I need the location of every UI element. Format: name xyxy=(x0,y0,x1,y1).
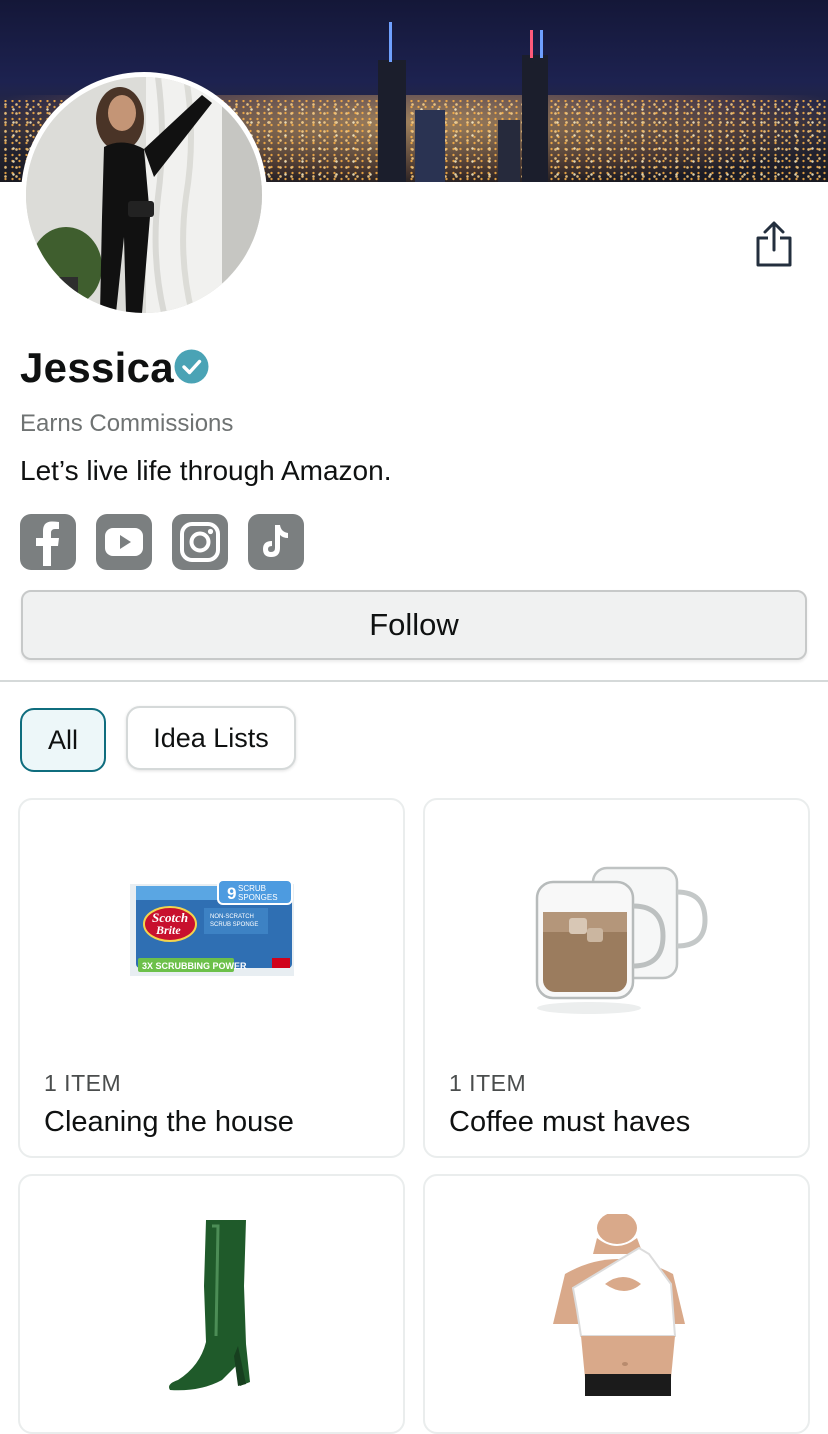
tower-mid xyxy=(415,110,445,182)
svg-text:Brite: Brite xyxy=(155,923,181,937)
card-item-count: 1 ITEM xyxy=(44,1070,122,1096)
avatar[interactable] xyxy=(21,72,267,318)
svg-text:9: 9 xyxy=(227,884,236,903)
product-image-glass-mugs xyxy=(529,862,709,1020)
filter-chip-idea-lists[interactable]: Idea Lists xyxy=(126,706,296,770)
tower-right-spire-2 xyxy=(540,30,543,58)
profile-bio: Let’s live life through Amazon. xyxy=(20,455,392,486)
section-divider xyxy=(0,680,828,682)
tower-left xyxy=(378,60,406,182)
tower-mid-2 xyxy=(498,120,520,182)
idea-list-card[interactable]: 9 SCRUB SPONGES Scotch Brite NON-SCRATCH… xyxy=(18,798,405,1158)
tower-left-spire xyxy=(389,22,392,62)
card-title: Coffee must haves xyxy=(449,1106,691,1138)
product-image-green-boot xyxy=(166,1216,262,1396)
svg-text:NON-SCRATCH: NON-SCRATCH xyxy=(210,914,254,920)
profile-name: Jessica xyxy=(20,344,174,391)
avatar-photo xyxy=(26,77,262,313)
share-icon[interactable] xyxy=(754,220,794,268)
svg-text:SCRUB: SCRUB xyxy=(238,884,266,893)
idea-list-card[interactable] xyxy=(18,1174,405,1434)
filter-chip-all[interactable]: All xyxy=(20,708,106,772)
tower-right-spire xyxy=(530,30,533,58)
youtube-icon[interactable] xyxy=(96,514,152,570)
svg-text:SPONGES: SPONGES xyxy=(238,893,278,902)
card-item-count: 1 ITEM xyxy=(449,1070,527,1096)
svg-text:3X SCRUBBING POWER: 3X SCRUBBING POWER xyxy=(142,961,247,971)
idea-list-card[interactable] xyxy=(423,1174,810,1434)
card-title: Cleaning the house xyxy=(44,1106,294,1138)
tiktok-icon[interactable] xyxy=(248,514,304,570)
facebook-icon[interactable] xyxy=(20,514,76,570)
svg-text:SCRUB SPONGE: SCRUB SPONGE xyxy=(210,922,258,928)
earns-commissions-label: Earns Commissions xyxy=(20,410,234,437)
avatar-figure xyxy=(26,77,262,313)
instagram-icon[interactable] xyxy=(172,514,228,570)
product-image-scrub-sponges: 9 SCRUB SPONGES Scotch Brite NON-SCRATCH… xyxy=(128,878,296,978)
follow-button[interactable]: Follow xyxy=(21,590,807,660)
tower-right xyxy=(522,55,548,182)
verified-icon xyxy=(174,349,209,384)
idea-list-card[interactable]: 1 ITEM Coffee must haves xyxy=(423,798,810,1158)
product-image-white-sports-bra xyxy=(545,1212,695,1396)
